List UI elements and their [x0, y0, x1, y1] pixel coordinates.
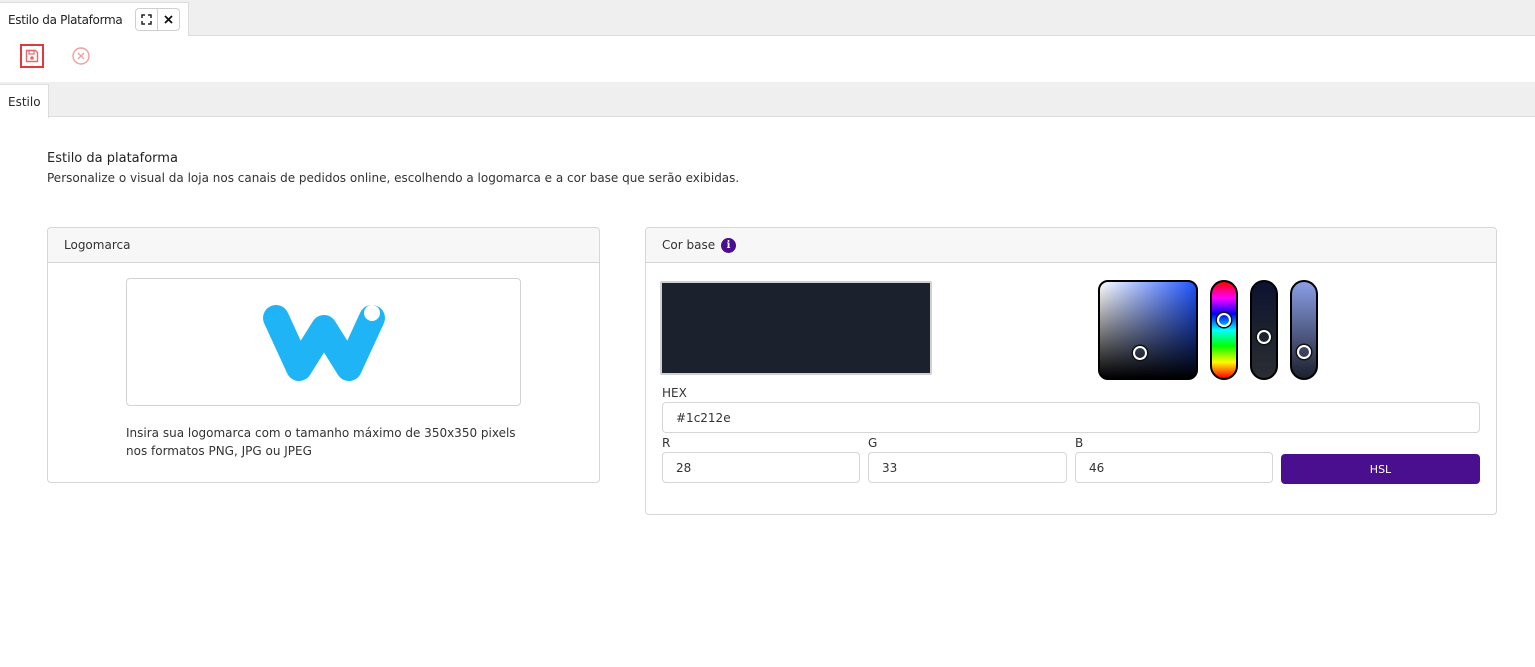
hsl-mode-button[interactable]: HSL: [1281, 454, 1480, 484]
alpha-knob[interactable]: [1297, 345, 1311, 359]
color-panel-title: Cor base: [662, 238, 716, 252]
toolbar: [0, 37, 1535, 82]
hex-label: HEX: [662, 386, 687, 400]
saturation-knob[interactable]: [1133, 346, 1147, 360]
b-input[interactable]: 46: [1075, 452, 1273, 483]
close-icon: [164, 15, 173, 24]
page-description: Personalize o visual da loja nos canais …: [47, 171, 740, 185]
g-label: G: [868, 436, 878, 450]
logo-hint: Insira sua logomarca com o tamanho máxim…: [126, 426, 516, 458]
alpha-slider[interactable]: [1290, 280, 1318, 380]
logo-upload-area[interactable]: [126, 278, 521, 406]
maximize-button[interactable]: [136, 9, 157, 30]
lightness-slider[interactable]: [1250, 280, 1278, 380]
tab-label: Estilo da Plataforma: [8, 12, 123, 27]
window-tab-bar: Estilo da Plataforma: [0, 0, 1535, 36]
hue-knob[interactable]: [1217, 313, 1231, 327]
info-icon[interactable]: i: [721, 237, 737, 253]
page-title: Estilo da plataforma: [47, 151, 178, 166]
expand-icon: [141, 14, 152, 25]
save-button[interactable]: [20, 44, 44, 68]
tab-estilo[interactable]: Estilo: [0, 84, 49, 118]
r-label: R: [662, 436, 671, 450]
color-panel: Cor base i HEX #1c212e R 28 G 33 B 46 HS…: [645, 227, 1497, 515]
close-tab-button[interactable]: [157, 9, 179, 30]
logo-panel: Logomarca Insira sua logomarca com o tam…: [47, 227, 600, 483]
brand-logo-w: [262, 305, 385, 381]
hue-slider[interactable]: [1210, 280, 1238, 380]
b-label: B: [1075, 436, 1084, 450]
section-tab-bar: Estilo: [0, 82, 1535, 118]
lightness-knob[interactable]: [1257, 330, 1271, 344]
logo-panel-header: Logomarca: [48, 228, 599, 263]
cancel-circle-icon: [72, 47, 90, 65]
g-input[interactable]: 33: [868, 452, 1067, 483]
color-preview-swatch: [660, 281, 932, 375]
floppy-disk-icon: [25, 49, 39, 63]
saturation-picker[interactable]: [1098, 280, 1198, 380]
r-input[interactable]: 28: [662, 452, 860, 483]
logo-panel-title: Logomarca: [64, 238, 131, 252]
hex-input[interactable]: #1c212e: [662, 402, 1480, 433]
tab-controls: [135, 8, 180, 31]
cancel-button[interactable]: [70, 45, 92, 67]
tab-estilo-da-plataforma[interactable]: Estilo da Plataforma: [0, 2, 189, 36]
color-panel-header: Cor base i: [646, 228, 1496, 263]
